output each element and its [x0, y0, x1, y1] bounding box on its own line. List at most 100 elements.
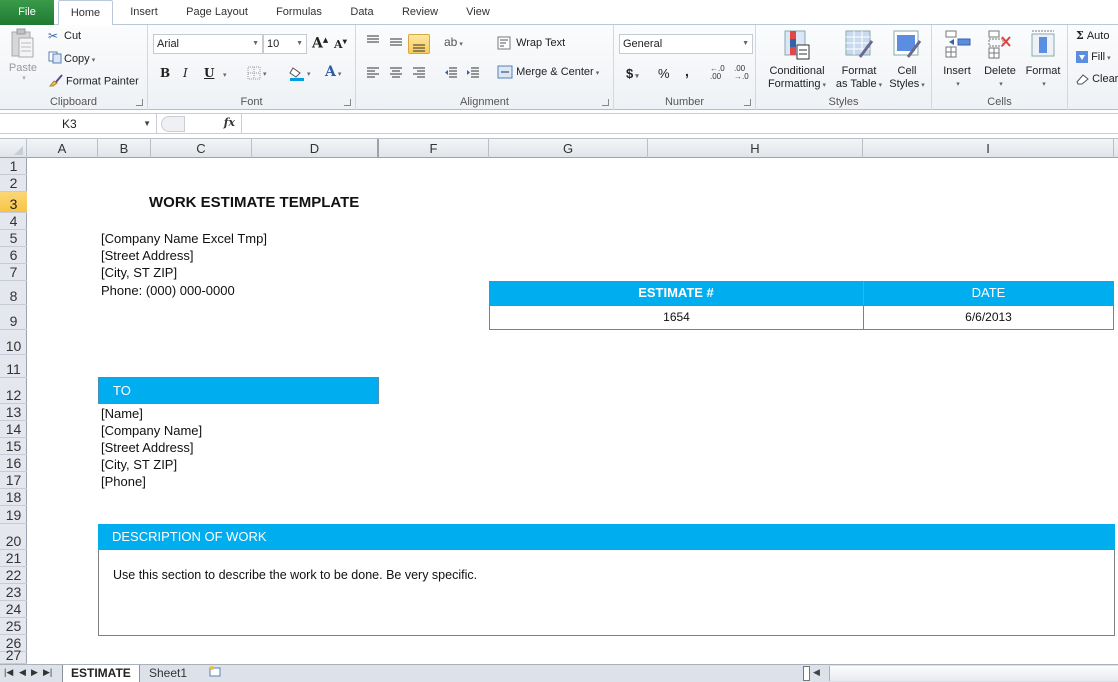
format-painter-button[interactable]: Format Painter	[48, 73, 139, 90]
cell-styles-button[interactable]: Cell Styles ▾	[886, 29, 928, 92]
row-header-22[interactable]: 22	[0, 567, 27, 584]
increase-decimal-button[interactable]: ←.0.00	[710, 65, 725, 81]
row-header-9[interactable]: 9	[0, 305, 27, 330]
row-header-3[interactable]: 3	[0, 192, 27, 213]
column-header-c[interactable]: C	[151, 139, 252, 158]
number-format-select[interactable]: General ▼	[619, 34, 753, 54]
underline-button[interactable]: U	[204, 66, 214, 80]
row-header-4[interactable]: 4	[0, 213, 27, 230]
row-header-14[interactable]: 14	[0, 421, 27, 438]
worksheet[interactable]: WORK ESTIMATE TEMPLATE [Company Name Exc…	[27, 158, 1118, 664]
column-header-b[interactable]: B	[98, 139, 151, 158]
clipboard-launcher-icon[interactable]	[136, 99, 143, 106]
insert-sheet-button[interactable]	[200, 665, 230, 682]
align-middle-button[interactable]	[389, 35, 403, 50]
row-header-19[interactable]: 19	[0, 506, 27, 524]
column-header-f[interactable]: F	[379, 139, 489, 158]
borders-button[interactable]: ▾	[247, 66, 267, 80]
align-left-button[interactable]	[366, 67, 380, 82]
conditional-formatting-button[interactable]: Conditional Formatting ▾	[762, 29, 832, 92]
row-header-24[interactable]: 24	[0, 601, 27, 618]
row-header-12[interactable]: 12	[0, 378, 27, 404]
tab-data[interactable]: Data	[340, 0, 384, 25]
row-header-2[interactable]: 2	[0, 175, 27, 192]
format-as-table-button[interactable]: Format as Table ▾	[834, 29, 884, 92]
estimate-number-cell[interactable]: 1654	[489, 305, 863, 330]
orientation-button[interactable]: ab ▾	[444, 35, 463, 49]
row-header-13[interactable]: 13	[0, 404, 27, 421]
increase-indent-button[interactable]	[466, 67, 480, 82]
row-header-11[interactable]: 11	[0, 355, 27, 378]
font-launcher-icon[interactable]	[344, 99, 351, 106]
first-sheet-icon[interactable]: |◀	[4, 667, 13, 678]
column-header-g[interactable]: G	[489, 139, 648, 158]
last-sheet-icon[interactable]: ▶|	[43, 667, 52, 678]
name-box[interactable]: K3 ▼	[0, 114, 157, 134]
bold-button[interactable]: B	[160, 66, 170, 80]
previous-sheet-icon[interactable]: ◀	[19, 667, 26, 678]
merge-center-button[interactable]: Merge & Center ▾	[497, 65, 599, 79]
sheet-tab-sheet1[interactable]: Sheet1	[141, 665, 195, 682]
font-color-button[interactable]: A ▾	[325, 64, 341, 80]
wrap-text-button[interactable]: Wrap Text	[497, 36, 565, 50]
delete-cells-button[interactable]: Delete ▾	[980, 29, 1020, 91]
next-sheet-icon[interactable]: ▶	[31, 667, 38, 678]
row-header-15[interactable]: 15	[0, 438, 27, 455]
row-header-23[interactable]: 23	[0, 584, 27, 601]
row-header-16[interactable]: 16	[0, 455, 27, 472]
row-header-18[interactable]: 18	[0, 489, 27, 506]
row-header-20[interactable]: 20	[0, 524, 27, 550]
column-header-a[interactable]: A	[27, 139, 98, 158]
shrink-font-button[interactable]: A▼	[334, 38, 347, 51]
fill-button[interactable]: Fill ▾	[1076, 51, 1111, 64]
tab-split-handle[interactable]	[803, 666, 810, 681]
tab-view[interactable]: View	[456, 0, 500, 25]
alignment-launcher-icon[interactable]	[602, 99, 609, 106]
row-header-17[interactable]: 17	[0, 472, 27, 489]
tab-formulas[interactable]: Formulas	[266, 0, 332, 25]
paste-button[interactable]: Paste ▾	[6, 28, 40, 83]
column-header-i[interactable]: I	[863, 139, 1114, 158]
font-size-select[interactable]: 10 ▼	[263, 34, 307, 54]
autosum-button[interactable]: Σ Auto	[1076, 29, 1109, 42]
tab-insert[interactable]: Insert	[118, 0, 170, 25]
decrease-decimal-button[interactable]: .00 →.0	[734, 65, 749, 81]
row-header-7[interactable]: 7	[0, 264, 27, 281]
row-header-1[interactable]: 1	[0, 158, 27, 175]
row-header-5[interactable]: 5	[0, 230, 27, 247]
clear-button[interactable]: Clear	[1076, 73, 1118, 85]
row-header-25[interactable]: 25	[0, 618, 27, 635]
tab-review[interactable]: Review	[392, 0, 448, 25]
align-bottom-button[interactable]	[408, 34, 430, 54]
formula-input[interactable]	[244, 114, 1118, 134]
insert-function-icon[interactable]: fx	[224, 116, 235, 129]
column-header-d[interactable]: D	[252, 139, 379, 158]
insert-cells-button[interactable]: Insert ▾	[938, 29, 976, 91]
date-cell[interactable]: 6/6/2013	[863, 305, 1114, 330]
row-header-8[interactable]: 8	[0, 281, 27, 305]
decrease-indent-button[interactable]	[444, 67, 458, 82]
italic-button[interactable]: I	[183, 66, 188, 80]
scroll-left-icon[interactable]: ◀	[813, 667, 820, 678]
format-cells-button[interactable]: Format ▾	[1022, 29, 1064, 91]
align-right-button[interactable]	[412, 67, 426, 82]
column-header-h[interactable]: H	[648, 139, 863, 158]
fill-color-button[interactable]: ▾	[289, 65, 311, 81]
row-header-6[interactable]: 6	[0, 247, 27, 264]
percent-button[interactable]: %	[658, 66, 670, 81]
tab-home[interactable]: Home	[58, 0, 113, 26]
row-header-27[interactable]: 27	[0, 647, 27, 664]
row-header-10[interactable]: 10	[0, 330, 27, 355]
select-all-button[interactable]	[0, 139, 27, 158]
cut-button[interactable]: ✂ Cut	[48, 29, 81, 43]
copy-button[interactable]: Copy ▾	[48, 51, 95, 67]
tab-file[interactable]: File	[0, 0, 54, 25]
align-center-button[interactable]	[389, 67, 403, 82]
tab-page-layout[interactable]: Page Layout	[176, 0, 258, 25]
number-launcher-icon[interactable]	[744, 99, 751, 106]
formula-bar-resize-handle[interactable]	[161, 116, 185, 132]
sheet-tab-estimate[interactable]: ESTIMATE	[62, 665, 140, 682]
align-top-button[interactable]	[366, 35, 380, 50]
currency-button[interactable]: $ ▾	[626, 66, 639, 81]
row-header-21[interactable]: 21	[0, 550, 27, 567]
